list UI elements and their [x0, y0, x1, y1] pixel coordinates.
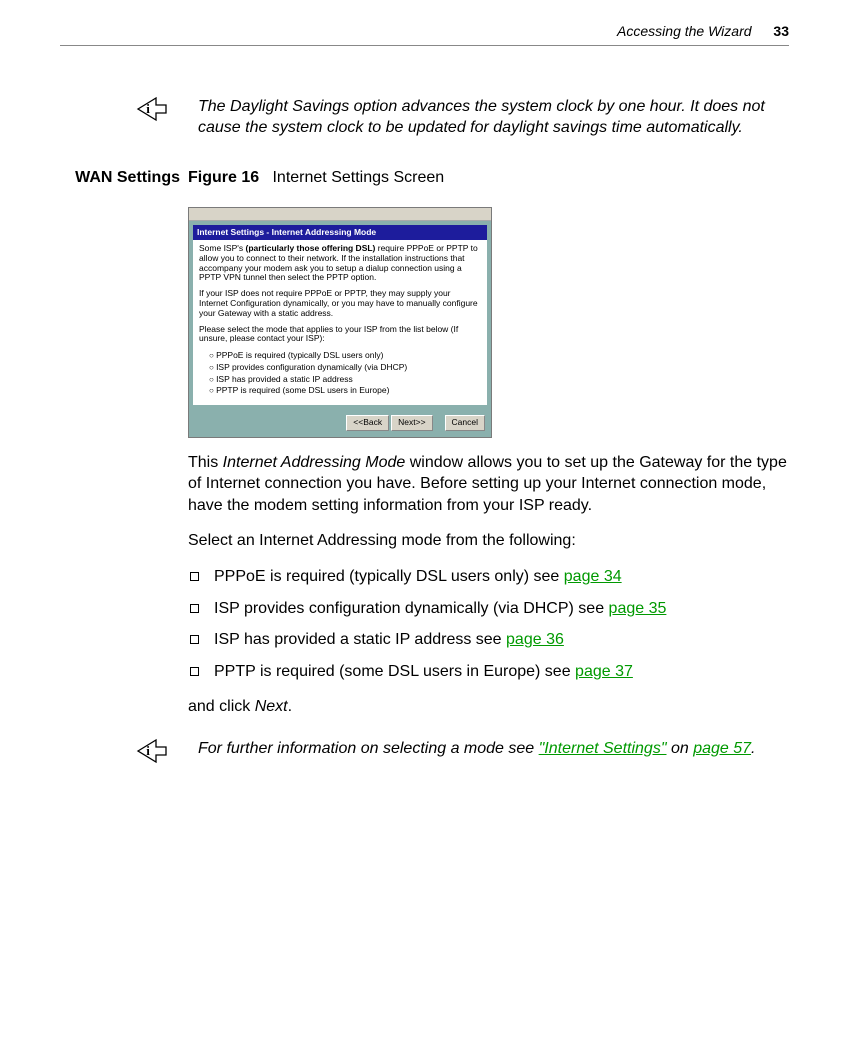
- internet-settings-link[interactable]: "Internet Settings": [539, 740, 667, 757]
- page-number: 33: [773, 23, 789, 39]
- further-info-note: For further information on selecting a m…: [198, 738, 789, 760]
- figure-label: Figure 16: [188, 169, 259, 186]
- page-link-35[interactable]: page 35: [609, 600, 667, 617]
- list-item: PPTP is required (some DSL users in Euro…: [188, 661, 789, 683]
- screenshot-para-1: Some ISP's (particularly those offering …: [199, 244, 481, 283]
- info-icon: i: [136, 96, 180, 129]
- screenshot-option-dhcp[interactable]: ISP provides configuration dynamically (…: [209, 362, 481, 374]
- next-button[interactable]: Next>>: [391, 415, 432, 430]
- screenshot-menubar: [189, 208, 491, 221]
- addressing-mode-list: PPPoE is required (typically DSL users o…: [188, 566, 789, 682]
- figure-title: Internet Settings Screen: [272, 169, 444, 186]
- screenshot-titlebar: Internet Settings - Internet Addressing …: [193, 225, 487, 240]
- section-title: Accessing the Wizard: [617, 23, 751, 39]
- page-link-57[interactable]: page 57: [693, 740, 751, 757]
- svg-text:i: i: [146, 743, 150, 758]
- info-icon: i: [136, 738, 180, 771]
- intro-paragraph: This Internet Addressing Mode window all…: [188, 452, 789, 517]
- section-heading-wan-settings: WAN Settings: [60, 167, 188, 189]
- screenshot-option-pppoe[interactable]: PPPoE is required (typically DSL users o…: [209, 350, 481, 362]
- list-item: ISP has provided a static IP address see…: [188, 629, 789, 651]
- back-button[interactable]: <<Back: [346, 415, 389, 430]
- figure-caption: Figure 16 Internet Settings Screen: [188, 167, 789, 189]
- screenshot-option-static[interactable]: ISP has provided a static IP address: [209, 374, 481, 386]
- screenshot-para-2: If your ISP does not require PPPoE or PP…: [199, 289, 481, 318]
- screenshot-para-3: Please select the mode that applies to y…: [199, 325, 481, 345]
- page-link-36[interactable]: page 36: [506, 631, 564, 648]
- daylight-savings-note: The Daylight Savings option advances the…: [198, 96, 789, 139]
- screenshot-option-pptp[interactable]: PPTP is required (some DSL users in Euro…: [209, 385, 481, 397]
- svg-text:i: i: [146, 101, 150, 116]
- cancel-button[interactable]: Cancel: [445, 415, 485, 430]
- running-header: Accessing the Wizard 33: [60, 22, 789, 46]
- page-link-34[interactable]: page 34: [564, 568, 622, 585]
- page-link-37[interactable]: page 37: [575, 663, 633, 680]
- list-item: PPPoE is required (typically DSL users o…: [188, 566, 789, 588]
- closing-line: and click Next.: [188, 696, 789, 718]
- internet-settings-screenshot: Internet Settings - Internet Addressing …: [188, 207, 492, 438]
- list-item: ISP provides configuration dynamically (…: [188, 598, 789, 620]
- select-instruction: Select an Internet Addressing mode from …: [188, 530, 789, 552]
